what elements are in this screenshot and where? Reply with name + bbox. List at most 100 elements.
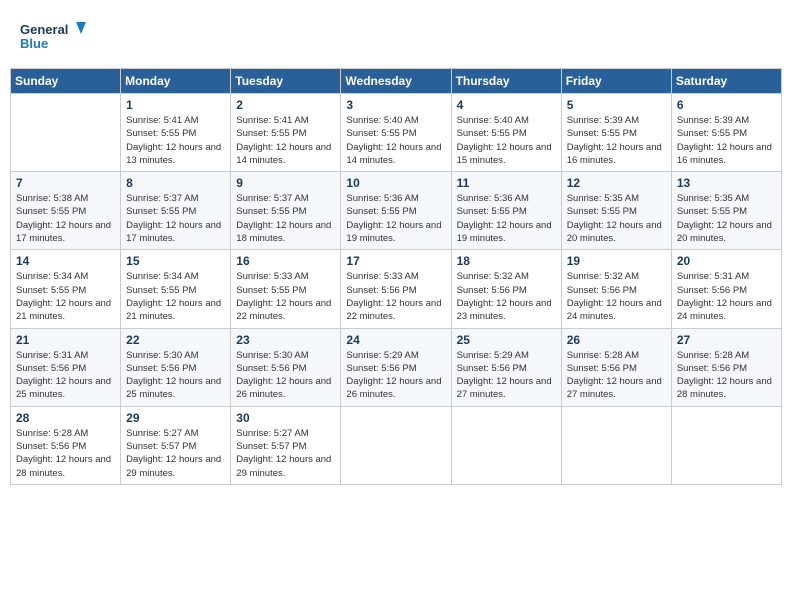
day-number: 17 xyxy=(346,254,445,268)
week-row-4: 21Sunrise: 5:31 AMSunset: 5:56 PMDayligh… xyxy=(11,328,782,406)
day-number: 12 xyxy=(567,176,666,190)
calendar-cell: 7 Sunrise: 5:38 AMSunset: 5:55 PMDaylight… xyxy=(11,172,121,250)
calendar-cell: 6 Sunrise: 5:39 AMSunset: 5:55 PMDaylight… xyxy=(671,94,781,172)
calendar-cell xyxy=(341,406,451,484)
day-number: 24 xyxy=(346,333,445,347)
weekday-header-tuesday: Tuesday xyxy=(231,69,341,94)
calendar-cell: 25 Sunrise: 5:29 AMSunset: 5:56 PMDayligh… xyxy=(451,328,561,406)
day-info: Sunrise: 5:37 AMSunset: 5:55 PMDaylight:… xyxy=(126,192,225,245)
day-info: Sunrise: 5:41 AMSunset: 5:55 PMDaylight:… xyxy=(126,114,225,167)
day-info: Sunrise: 5:36 AMSunset: 5:55 PMDaylight:… xyxy=(457,192,556,245)
calendar-cell xyxy=(671,406,781,484)
calendar-cell: 13 Sunrise: 5:35 AMSunset: 5:55 PMDayligh… xyxy=(671,172,781,250)
day-info: Sunrise: 5:30 AMSunset: 5:56 PMDaylight:… xyxy=(236,349,335,402)
weekday-header-wednesday: Wednesday xyxy=(341,69,451,94)
page-header: General Blue xyxy=(10,10,782,62)
day-number: 10 xyxy=(346,176,445,190)
day-number: 16 xyxy=(236,254,335,268)
calendar-cell: 20 Sunrise: 5:31 AMSunset: 5:56 PMDayligh… xyxy=(671,250,781,328)
calendar-cell: 19 Sunrise: 5:32 AMSunset: 5:56 PMDayligh… xyxy=(561,250,671,328)
day-info: Sunrise: 5:40 AMSunset: 5:55 PMDaylight:… xyxy=(346,114,445,167)
calendar-cell: 8 Sunrise: 5:37 AMSunset: 5:55 PMDaylight… xyxy=(121,172,231,250)
day-info: Sunrise: 5:39 AMSunset: 5:55 PMDaylight:… xyxy=(677,114,776,167)
day-info: Sunrise: 5:27 AMSunset: 5:57 PMDaylight:… xyxy=(236,427,335,480)
day-number: 27 xyxy=(677,333,776,347)
weekday-header-monday: Monday xyxy=(121,69,231,94)
calendar-cell: 1 Sunrise: 5:41 AMSunset: 5:55 PMDaylight… xyxy=(121,94,231,172)
day-number: 9 xyxy=(236,176,335,190)
day-info: Sunrise: 5:35 AMSunset: 5:55 PMDaylight:… xyxy=(567,192,666,245)
calendar-cell: 15 Sunrise: 5:34 AMSunset: 5:55 PMDayligh… xyxy=(121,250,231,328)
day-number: 14 xyxy=(16,254,115,268)
day-info: Sunrise: 5:31 AMSunset: 5:56 PMDaylight:… xyxy=(16,349,115,402)
calendar-cell: 14 Sunrise: 5:34 AMSunset: 5:55 PMDayligh… xyxy=(11,250,121,328)
calendar-cell: 21Sunrise: 5:31 AMSunset: 5:56 PMDayligh… xyxy=(11,328,121,406)
day-number: 8 xyxy=(126,176,225,190)
day-info: Sunrise: 5:30 AMSunset: 5:56 PMDaylight:… xyxy=(126,349,225,402)
day-number: 22 xyxy=(126,333,225,347)
day-number: 30 xyxy=(236,411,335,425)
calendar-cell: 12 Sunrise: 5:35 AMSunset: 5:55 PMDayligh… xyxy=(561,172,671,250)
weekday-header-sunday: Sunday xyxy=(11,69,121,94)
day-number: 13 xyxy=(677,176,776,190)
day-number: 19 xyxy=(567,254,666,268)
day-info: Sunrise: 5:38 AMSunset: 5:55 PMDaylight:… xyxy=(16,192,115,245)
calendar-cell: 16 Sunrise: 5:33 AMSunset: 5:55 PMDayligh… xyxy=(231,250,341,328)
day-info: Sunrise: 5:33 AMSunset: 5:55 PMDaylight:… xyxy=(236,270,335,323)
day-info: Sunrise: 5:33 AMSunset: 5:56 PMDaylight:… xyxy=(346,270,445,323)
day-number: 29 xyxy=(126,411,225,425)
calendar-cell: 5 Sunrise: 5:39 AMSunset: 5:55 PMDaylight… xyxy=(561,94,671,172)
calendar-cell: 11 Sunrise: 5:36 AMSunset: 5:55 PMDayligh… xyxy=(451,172,561,250)
calendar-cell: 26Sunrise: 5:28 AMSunset: 5:56 PMDayligh… xyxy=(561,328,671,406)
calendar-cell: 29 Sunrise: 5:27 AMSunset: 5:57 PMDayligh… xyxy=(121,406,231,484)
calendar-cell: 17 Sunrise: 5:33 AMSunset: 5:56 PMDayligh… xyxy=(341,250,451,328)
day-info: Sunrise: 5:27 AMSunset: 5:57 PMDaylight:… xyxy=(126,427,225,480)
calendar-cell: 10 Sunrise: 5:36 AMSunset: 5:55 PMDayligh… xyxy=(341,172,451,250)
svg-text:General: General xyxy=(20,22,68,37)
calendar-cell: 27Sunrise: 5:28 AMSunset: 5:56 PMDayligh… xyxy=(671,328,781,406)
calendar-cell: 24Sunrise: 5:29 AMSunset: 5:56 PMDayligh… xyxy=(341,328,451,406)
calendar-cell: 23Sunrise: 5:30 AMSunset: 5:56 PMDayligh… xyxy=(231,328,341,406)
calendar-cell: 22 Sunrise: 5:30 AMSunset: 5:56 PMDayligh… xyxy=(121,328,231,406)
calendar-cell xyxy=(11,94,121,172)
day-info: Sunrise: 5:32 AMSunset: 5:56 PMDaylight:… xyxy=(567,270,666,323)
day-number: 18 xyxy=(457,254,556,268)
day-number: 11 xyxy=(457,176,556,190)
day-info: Sunrise: 5:34 AMSunset: 5:55 PMDaylight:… xyxy=(16,270,115,323)
day-info: Sunrise: 5:35 AMSunset: 5:55 PMDaylight:… xyxy=(677,192,776,245)
svg-text:Blue: Blue xyxy=(20,36,48,51)
week-row-2: 7 Sunrise: 5:38 AMSunset: 5:55 PMDaylight… xyxy=(11,172,782,250)
day-info: Sunrise: 5:36 AMSunset: 5:55 PMDaylight:… xyxy=(346,192,445,245)
weekday-header-thursday: Thursday xyxy=(451,69,561,94)
day-number: 4 xyxy=(457,98,556,112)
weekday-header-saturday: Saturday xyxy=(671,69,781,94)
calendar-cell: 28 Sunrise: 5:28 AMSunset: 5:56 PMDayligh… xyxy=(11,406,121,484)
day-number: 15 xyxy=(126,254,225,268)
day-number: 1 xyxy=(126,98,225,112)
day-info: Sunrise: 5:31 AMSunset: 5:56 PMDaylight:… xyxy=(677,270,776,323)
day-info: Sunrise: 5:37 AMSunset: 5:55 PMDaylight:… xyxy=(236,192,335,245)
calendar-cell: 2 Sunrise: 5:41 AMSunset: 5:55 PMDaylight… xyxy=(231,94,341,172)
day-number: 20 xyxy=(677,254,776,268)
day-info: Sunrise: 5:40 AMSunset: 5:55 PMDaylight:… xyxy=(457,114,556,167)
calendar-cell xyxy=(561,406,671,484)
day-info: Sunrise: 5:29 AMSunset: 5:56 PMDaylight:… xyxy=(457,349,556,402)
day-number: 5 xyxy=(567,98,666,112)
day-number: 28 xyxy=(16,411,115,425)
calendar-cell xyxy=(451,406,561,484)
weekday-header-row: SundayMondayTuesdayWednesdayThursdayFrid… xyxy=(11,69,782,94)
day-number: 2 xyxy=(236,98,335,112)
day-info: Sunrise: 5:28 AMSunset: 5:56 PMDaylight:… xyxy=(16,427,115,480)
calendar-cell: 4 Sunrise: 5:40 AMSunset: 5:55 PMDaylight… xyxy=(451,94,561,172)
day-number: 25 xyxy=(457,333,556,347)
day-number: 3 xyxy=(346,98,445,112)
day-number: 6 xyxy=(677,98,776,112)
day-number: 7 xyxy=(16,176,115,190)
day-info: Sunrise: 5:34 AMSunset: 5:55 PMDaylight:… xyxy=(126,270,225,323)
logo: General Blue xyxy=(20,18,90,58)
day-info: Sunrise: 5:39 AMSunset: 5:55 PMDaylight:… xyxy=(567,114,666,167)
calendar-cell: 9 Sunrise: 5:37 AMSunset: 5:55 PMDaylight… xyxy=(231,172,341,250)
week-row-1: 1 Sunrise: 5:41 AMSunset: 5:55 PMDaylight… xyxy=(11,94,782,172)
day-number: 26 xyxy=(567,333,666,347)
day-info: Sunrise: 5:41 AMSunset: 5:55 PMDaylight:… xyxy=(236,114,335,167)
